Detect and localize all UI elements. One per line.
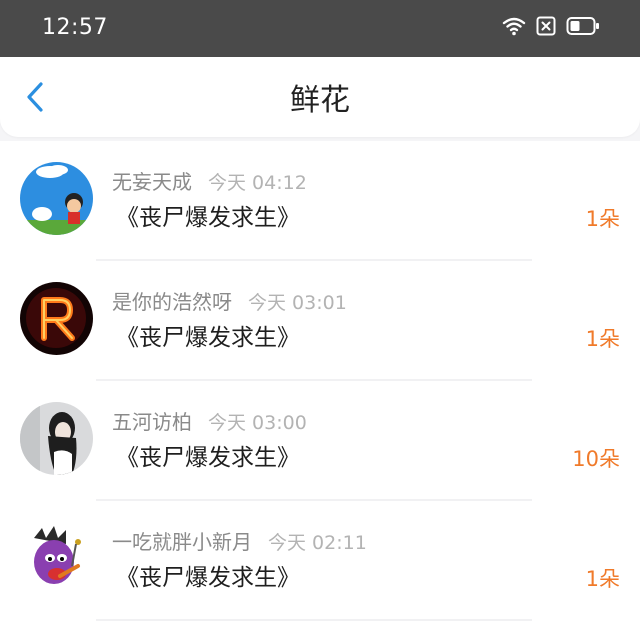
send-time: 今天 03:00 (208, 412, 307, 434)
list-item[interactable]: 无妄天成 今天 04:12 《丧尸爆发求生》 1朵 (0, 141, 640, 261)
sender-line: 无妄天成 今天 04:12 (112, 169, 307, 196)
avatar[interactable] (20, 522, 93, 595)
flower-count: 1朵 (585, 327, 620, 351)
sender-line: 一吃就胖小新月 今天 02:11 (112, 529, 367, 556)
flower-count: 1朵 (585, 207, 620, 231)
list-item[interactable]: 一吃就胖小新月 今天 02:11 《丧尸爆发求生》 1朵 (0, 501, 640, 621)
flower-count: 10朵 (572, 447, 620, 471)
list-item[interactable]: 是你的浩然呀 今天 03:01 《丧尸爆发求生》 1朵 (0, 261, 640, 381)
sender-line: 是你的浩然呀 今天 03:01 (112, 289, 347, 316)
close-box-icon (536, 16, 556, 40)
send-time: 今天 04:12 (208, 172, 307, 194)
status-icons (502, 16, 600, 40)
book-title: 《丧尸爆发求生》 (116, 205, 300, 231)
avatar[interactable] (20, 162, 93, 235)
sender-name: 一吃就胖小新月 (112, 530, 252, 554)
avatar[interactable] (20, 402, 93, 475)
book-title: 《丧尸爆发求生》 (116, 445, 300, 471)
status-bar: 12:57 (0, 0, 640, 57)
avatar[interactable] (20, 282, 93, 355)
header-bar: 鲜花 (0, 57, 640, 137)
book-title: 《丧尸爆发求生》 (116, 565, 300, 591)
status-time: 12:57 (42, 15, 108, 40)
battery-icon (566, 16, 600, 40)
sender-name: 是你的浩然呀 (112, 290, 232, 314)
flower-count: 1朵 (585, 567, 620, 591)
sender-name: 无妄天成 (112, 170, 192, 194)
book-title: 《丧尸爆发求生》 (116, 325, 300, 351)
page-title: 鲜花 (290, 83, 350, 118)
send-time: 今天 02:11 (268, 532, 367, 554)
list-item[interactable]: 五河访柏 今天 03:00 《丧尸爆发求生》 10朵 (0, 381, 640, 501)
wifi-icon (502, 16, 526, 40)
send-time: 今天 03:01 (248, 292, 347, 314)
sender-name: 五河访柏 (112, 410, 192, 434)
flower-list: 无妄天成 今天 04:12 《丧尸爆发求生》 1朵 是你的浩然呀 今天 03:01 … (0, 141, 640, 621)
sender-line: 五河访柏 今天 03:00 (112, 409, 307, 436)
